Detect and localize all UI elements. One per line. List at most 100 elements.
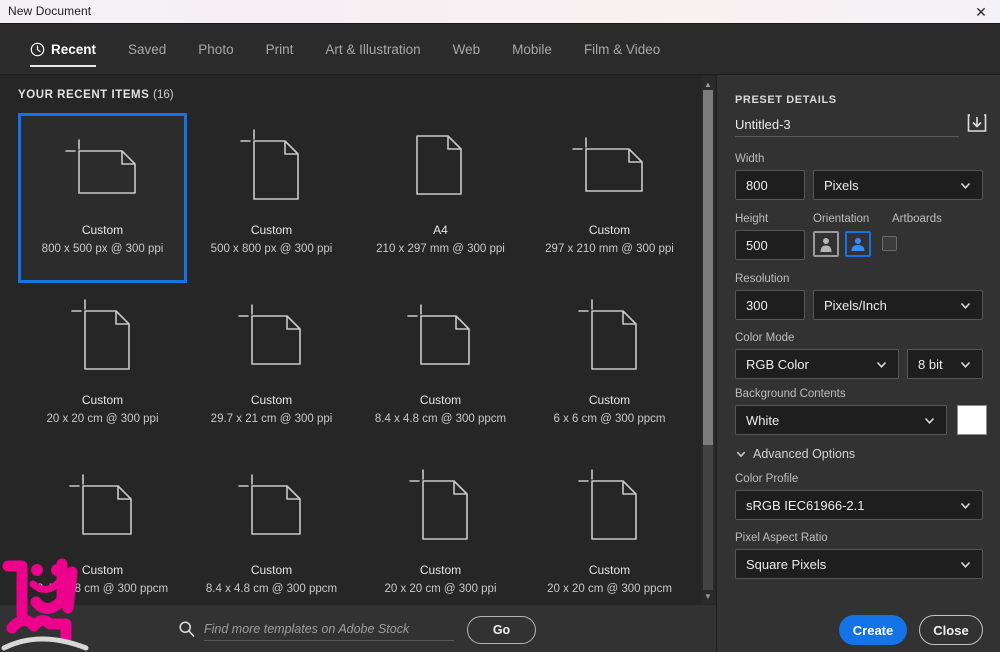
background-color-swatch[interactable]: [957, 405, 987, 435]
recent-item[interactable]: Custom 297 x 210 mm @ 300 ppi: [525, 113, 694, 283]
recent-item-name: A4: [433, 223, 448, 237]
chevron-down-icon: [960, 561, 971, 568]
bit-depth-value: 8 bit: [918, 356, 943, 372]
document-preset-icon: [70, 299, 130, 370]
recent-items-heading: YOUR RECENT ITEMS (16): [18, 89, 174, 101]
pixel-aspect-ratio-select[interactable]: Square Pixels: [735, 549, 983, 579]
tab-label: Photo: [198, 42, 234, 57]
resolution-input[interactable]: [735, 290, 805, 320]
tab-label: Web: [452, 42, 481, 57]
document-name-input[interactable]: [735, 113, 959, 137]
height-label: Height: [735, 213, 769, 225]
chevron-down-icon: [736, 451, 746, 458]
tab-photo[interactable]: Photo: [182, 24, 249, 75]
save-preset-icon[interactable]: [966, 112, 988, 134]
recent-item-name: Custom: [250, 563, 293, 577]
stock-search-input[interactable]: [204, 617, 454, 641]
artboards-checkbox[interactable]: [882, 236, 897, 251]
width-label: Width: [735, 153, 765, 165]
orientation-landscape-button[interactable]: [845, 231, 871, 257]
resolution-unit-select[interactable]: Pixels/Inch: [813, 290, 983, 320]
recent-item-name: Custom: [81, 563, 124, 577]
portrait-icon: [820, 238, 832, 252]
stock-search-go-button[interactable]: Go: [467, 616, 536, 644]
tabs-container: Recent Saved Photo Print Art & Illustration W…: [22, 24, 676, 75]
recent-items-grid: Custom 800 x 500 px @ 300 ppi Custom 500 x …: [18, 113, 696, 605]
recent-items-scrollbar[interactable]: ▲ ▼: [701, 76, 715, 604]
close-icon[interactable]: ✕: [968, 0, 994, 23]
recent-item-name: Custom: [419, 563, 462, 577]
tab-art-illustration[interactable]: Art & Illustration: [309, 24, 436, 75]
chevron-down-icon: [960, 182, 971, 189]
background-contents-label: Background Contents: [735, 388, 846, 400]
landscape-icon: [851, 238, 865, 251]
scroll-down-icon[interactable]: ▼: [702, 590, 714, 602]
pixel-aspect-ratio-label: Pixel Aspect Ratio: [735, 532, 828, 544]
recent-item-thumbnail: [525, 283, 694, 391]
recent-item[interactable]: Custom 8.4 x 4.8 cm @ 300 ppcm: [18, 453, 187, 623]
recent-item[interactable]: Custom 8.4 x 4.8 cm @ 300 ppcm: [356, 283, 525, 453]
recent-item[interactable]: Custom 500 x 800 px @ 300 ppi: [187, 113, 356, 283]
tab-recent[interactable]: Recent: [22, 24, 112, 75]
background-contents-value: White: [746, 412, 780, 428]
tab-saved[interactable]: Saved: [112, 24, 182, 75]
recent-item-size: 29.7 x 21 cm @ 300 ppi: [210, 413, 333, 425]
recent-item-size: 8.4 x 4.8 cm @ 300 ppcm: [36, 583, 169, 595]
background-contents-select[interactable]: White: [735, 405, 947, 435]
recent-item-thumbnail: [18, 283, 187, 391]
recent-item-size: 6 x 6 cm @ 300 ppcm: [553, 413, 666, 425]
clock-icon: [30, 42, 45, 57]
recent-item-thumbnail: [525, 453, 694, 561]
height-input[interactable]: [735, 230, 805, 260]
document-preset-icon: [68, 474, 132, 535]
pixel-aspect-ratio-value: Square Pixels: [746, 556, 827, 572]
scroll-up-icon[interactable]: ▲: [702, 78, 714, 90]
search-icon: [179, 621, 195, 638]
recent-item-thumbnail: [187, 113, 356, 221]
bit-depth-select[interactable]: 8 bit: [907, 349, 983, 379]
recent-item[interactable]: Custom 29.7 x 21 cm @ 300 ppi: [187, 283, 356, 453]
recent-item-name: Custom: [588, 563, 631, 577]
resolution-unit-value: Pixels/Inch: [824, 297, 887, 313]
recent-item-thumbnail: [356, 453, 525, 561]
color-profile-label: Color Profile: [735, 473, 799, 485]
recent-item[interactable]: Custom 6 x 6 cm @ 300 ppcm: [525, 283, 694, 453]
recent-item[interactable]: Custom 20 x 20 cm @ 300 ppi: [356, 453, 525, 623]
tab-mobile[interactable]: Mobile: [496, 24, 568, 75]
tab-print[interactable]: Print: [250, 24, 310, 75]
close-button[interactable]: Close: [919, 615, 983, 645]
recent-item[interactable]: A4 210 x 297 mm @ 300 ppi: [356, 113, 525, 283]
recent-item-name: Custom: [250, 223, 293, 237]
preset-details-panel: PRESET DETAILS Width Pixels Height Orien…: [716, 75, 1000, 652]
orientation-portrait-button[interactable]: [813, 231, 839, 257]
recent-item-thumbnail: [18, 453, 187, 561]
recent-item-size: 20 x 20 cm @ 300 ppi: [46, 413, 159, 425]
recent-item-name: Custom: [588, 223, 631, 237]
recent-item[interactable]: Custom 8.4 x 4.8 cm @ 300 ppcm: [187, 453, 356, 623]
recent-item-selected[interactable]: Custom 800 x 500 px @ 300 ppi: [18, 113, 187, 283]
color-mode-select[interactable]: RGB Color: [735, 349, 899, 379]
scrollbar-track[interactable]: [703, 90, 713, 590]
tab-film-video[interactable]: Film & Video: [568, 24, 676, 75]
document-preset-icon: [237, 474, 301, 535]
color-profile-select[interactable]: sRGB IEC61966-2.1: [735, 490, 983, 520]
create-button[interactable]: Create: [839, 615, 907, 645]
tab-label: Art & Illustration: [325, 42, 421, 57]
width-unit-select[interactable]: Pixels: [813, 170, 983, 200]
tab-active-underline: [30, 65, 97, 67]
recent-item-size: 800 x 500 px @ 300 ppi: [41, 243, 164, 255]
scrollbar-thumb[interactable]: [703, 90, 713, 445]
recent-item[interactable]: Custom 20 x 20 cm @ 300 ppi: [18, 283, 187, 453]
color-mode-label: Color Mode: [735, 332, 795, 344]
recent-item-name: Custom: [81, 223, 124, 237]
recent-item-size: 297 x 210 mm @ 300 ppi: [545, 243, 674, 255]
chevron-down-icon: [960, 502, 971, 509]
recent-item[interactable]: Custom 20 x 20 cm @ 300 ppcm: [525, 453, 694, 623]
tab-web[interactable]: Web: [437, 24, 497, 75]
advanced-options-toggle[interactable]: Advanced Options: [735, 447, 855, 461]
tab-label: Recent: [51, 42, 97, 57]
recent-item-thumbnail: [21, 116, 184, 221]
document-preset-icon: [406, 304, 470, 365]
width-input[interactable]: [735, 170, 805, 200]
document-preset-icon: [577, 299, 637, 370]
